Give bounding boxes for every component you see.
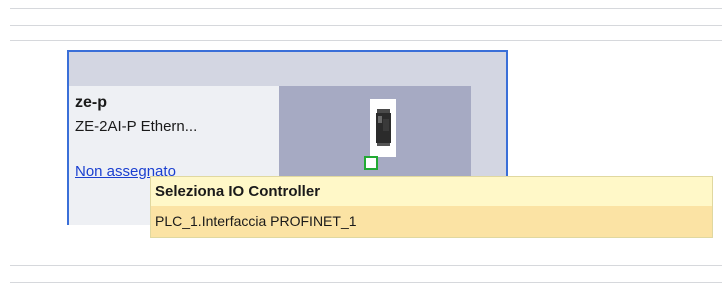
canvas-divider xyxy=(10,282,722,283)
canvas-divider xyxy=(10,265,722,266)
network-view-canvas[interactable]: ze-p ZE-2AI-P Ethern... Non assegnato Se… xyxy=(0,0,722,297)
io-controller-dropdown[interactable]: Seleziona IO Controller PLC_1.Interfacci… xyxy=(150,176,713,238)
dropdown-title: Seleziona IO Controller xyxy=(151,177,712,206)
device-card-header xyxy=(69,52,506,86)
dropdown-option-plc1-profinet[interactable]: PLC_1.Interfaccia PROFINET_1 xyxy=(151,206,712,237)
device-type: ZE-2AI-P Ethern... xyxy=(75,118,198,135)
device-name: ze-p xyxy=(75,94,107,111)
plc-module-icon xyxy=(370,99,396,157)
canvas-divider xyxy=(10,25,722,26)
canvas-divider xyxy=(10,40,722,41)
canvas-divider xyxy=(10,8,722,9)
profinet-port-icon[interactable] xyxy=(364,156,378,170)
